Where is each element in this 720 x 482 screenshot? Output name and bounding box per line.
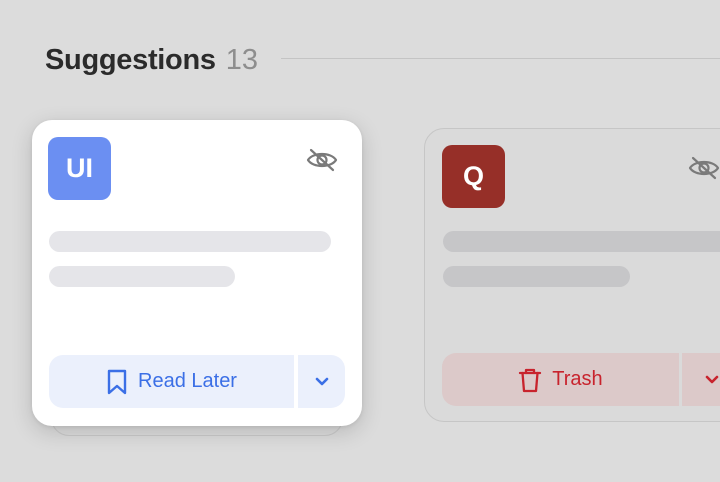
avatar: Q (442, 145, 505, 208)
eye-off-icon[interactable] (687, 153, 720, 183)
chevron-down-icon (705, 375, 719, 383)
eye-off-icon[interactable] (305, 145, 339, 175)
trash-options-button[interactable] (682, 353, 720, 406)
suggestion-card[interactable]: Q Trash (424, 128, 720, 422)
section-header: Suggestions 13 (45, 38, 258, 82)
trash-label: Trash (552, 368, 603, 390)
header-divider (281, 58, 720, 59)
suggestion-card[interactable]: UI Read Later (32, 120, 362, 426)
avatar: UI (48, 137, 111, 200)
section-title: Suggestions (45, 43, 216, 76)
read-later-button[interactable]: Read Later (49, 355, 294, 408)
section-count: 13 (225, 43, 258, 76)
trash-button[interactable]: Trash (442, 353, 679, 406)
read-later-label: Read Later (138, 370, 237, 392)
skeleton-line (443, 231, 720, 252)
skeleton-line (443, 266, 630, 287)
read-later-options-button[interactable] (298, 355, 345, 408)
trash-icon (519, 368, 542, 392)
skeleton-line (49, 266, 235, 287)
chevron-down-icon (315, 377, 328, 385)
bookmark-icon (107, 369, 127, 394)
skeleton-line (49, 231, 331, 252)
